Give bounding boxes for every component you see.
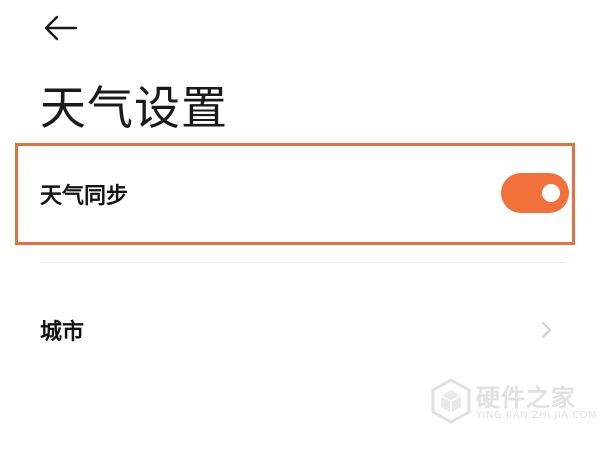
page-title: 天气设置 [40,81,228,135]
toggle-knob [542,184,560,202]
city-label: 城市 [40,320,85,345]
watermark: 硬件之家 YING JIAN ZHI JIA.COM [430,374,597,430]
divider [40,262,565,263]
weather-sync-toggle[interactable] [501,173,569,213]
watermark-subtitle: YING JIAN ZHI JIA.COM [476,410,598,421]
watermark-title: 硬件之家 [476,384,576,412]
arrow-left-icon [44,15,78,41]
back-button[interactable] [40,12,80,44]
city-row[interactable]: 城市 [0,290,600,370]
watermark-logo-icon [431,378,471,424]
weather-sync-label: 天气同步 [40,184,129,209]
chevron-right-icon [542,322,551,338]
